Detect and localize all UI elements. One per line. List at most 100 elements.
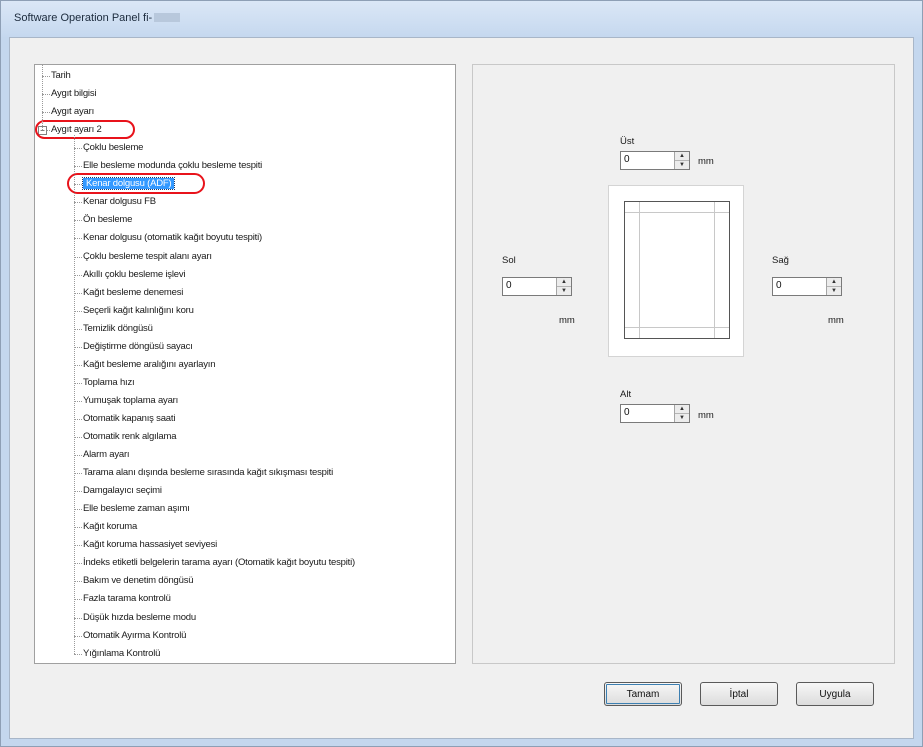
- tree-subitem[interactable]: Temizlik döngüsü: [83, 320, 153, 338]
- spin-down-icon[interactable]: ▼: [675, 414, 689, 422]
- tree-subitem[interactable]: Akıllı çoklu besleme işlevi: [83, 266, 186, 284]
- settings-tree[interactable]: Tarih Aygıt bilgisi Aygıt ayarı − Aygıt ayar…: [34, 64, 456, 664]
- tree-item-label: Tarih: [51, 70, 71, 81]
- right-margin-value[interactable]: 0: [776, 280, 782, 291]
- window-title-text: Software Operation Panel fi-: [14, 12, 153, 24]
- tree-subitem[interactable]: Yığınlama Kontrolü: [83, 645, 160, 663]
- window-title: Software Operation Panel fi-: [14, 12, 181, 24]
- tree-item[interactable]: Aygıt ayarı: [51, 103, 94, 121]
- tree-item-label: Otomatik Ayırma Kontrolü: [83, 629, 187, 641]
- tree-subitem[interactable]: Seçerli kağıt kalınlığını koru: [83, 302, 194, 320]
- tree-item-label: Aygıt bilgisi: [51, 88, 97, 100]
- tree-item[interactable]: Aygıt ayarı 2: [51, 121, 102, 139]
- tree-item-label: Kağıt besleme denemesi: [83, 286, 184, 298]
- tree-item-label: Alarm ayarı: [83, 449, 130, 461]
- tree-item[interactable]: Tarih: [51, 67, 71, 85]
- page-preview-icon: [624, 201, 730, 339]
- tree-connector: [74, 148, 82, 149]
- tree-subitem[interactable]: Çoklu besleme: [83, 139, 143, 157]
- bottom-margin-spin-buttons[interactable]: ▲ ▼: [674, 405, 689, 422]
- right-margin-unit: mm: [828, 315, 844, 326]
- left-margin-label: Sol: [502, 255, 516, 266]
- tree-item-label: Akıllı çoklu besleme işlevi: [83, 268, 186, 280]
- tree-item-label: Elle besleme zaman aşımı: [83, 503, 190, 515]
- margin-settings-panel: Üst 0 ▲ ▼ mm Sol 0 ▲ ▼ mm Sağ 0 ▲ ▼ mm A…: [472, 64, 895, 664]
- tree-subitem[interactable]: Değiştirme döngüsü sayacı: [83, 338, 193, 356]
- top-margin-label: Üst: [620, 136, 635, 147]
- tree-subitem[interactable]: Düşük hızda besleme modu: [83, 609, 196, 627]
- tree-item-label: Aygıt ayarı: [51, 106, 95, 118]
- tree-item-label: İndeks etiketli belgelerin tarama ayarı …: [83, 557, 355, 569]
- tree-subitem[interactable]: Kenar dolgusu FB: [83, 193, 156, 211]
- tree-subitem[interactable]: Bakım ve denetim döngüsü: [83, 572, 194, 590]
- tree-subitem[interactable]: Kağıt koruma: [83, 518, 137, 536]
- cancel-button[interactable]: İptal: [700, 682, 778, 706]
- top-margin-value[interactable]: 0: [624, 154, 630, 165]
- tree-connector: [74, 257, 82, 258]
- tree-item-label: Kağıt besleme aralığını ayarlayın: [83, 358, 216, 370]
- tree-subitem[interactable]: Kağıt koruma hassasiyet seviyesi: [83, 536, 217, 554]
- tree-subitem[interactable]: Ön besleme: [83, 211, 132, 229]
- spin-down-icon[interactable]: ▼: [675, 161, 689, 169]
- tree-connector: [74, 135, 75, 654]
- tree-connector: [74, 437, 82, 438]
- tree-subitem[interactable]: Fazla tarama kontrolü: [83, 590, 171, 608]
- top-margin-spinner[interactable]: 0 ▲ ▼: [620, 151, 690, 170]
- tree-connector: [74, 365, 82, 366]
- left-margin-guide: [639, 202, 640, 338]
- spin-down-icon[interactable]: ▼: [827, 287, 841, 295]
- tree-connector: [74, 618, 82, 619]
- tree-subitem[interactable]: Tarama alanı dışında besleme sırasında k…: [83, 464, 333, 482]
- spin-up-icon[interactable]: ▲: [675, 152, 689, 161]
- tree-item-label: Bakım ve denetim döngüsü: [83, 575, 194, 587]
- left-margin-spin-buttons[interactable]: ▲ ▼: [556, 278, 571, 295]
- tree-item-label: Kenar dolgusu (otomatik kağıt boyutu tes…: [83, 232, 262, 244]
- spin-up-icon[interactable]: ▲: [675, 405, 689, 414]
- tree-subitem[interactable]: Kağıt besleme denemesi: [83, 284, 183, 302]
- title-bar[interactable]: Software Operation Panel fi-: [1, 1, 922, 37]
- tree-subitem[interactable]: Yumuşak toplama ayarı: [83, 392, 178, 410]
- tree-subitem[interactable]: Kağıt besleme aralığını ayarlayın: [83, 356, 215, 374]
- tree-item-label: Çoklu besleme tespit alanı ayarı: [83, 250, 212, 262]
- tree-item-label: Ön besleme: [83, 214, 133, 226]
- tree-connector: [74, 329, 82, 330]
- tree-subitem[interactable]: Çoklu besleme tespit alanı ayarı: [83, 248, 212, 266]
- tree-subitem[interactable]: Otomatik Ayırma Kontrolü: [83, 627, 186, 645]
- right-margin-label: Sağ: [772, 255, 789, 266]
- apply-button[interactable]: Uygula: [796, 682, 874, 706]
- tree-subitem[interactable]: Kenar dolgusu (ADF): [81, 175, 176, 193]
- tree-subitem[interactable]: Damgalayıcı seçimi: [83, 482, 162, 500]
- tree-item-label: Yumuşak toplama ayarı: [83, 394, 179, 406]
- tree-connector: [74, 636, 82, 637]
- tree-item-label: Düşük hızda besleme modu: [83, 611, 196, 623]
- bottom-margin-value[interactable]: 0: [624, 407, 630, 418]
- top-margin-spin-buttons[interactable]: ▲ ▼: [674, 152, 689, 169]
- tree-connector: [74, 202, 82, 203]
- ok-button[interactable]: Tamam: [604, 682, 682, 706]
- tree-subitem[interactable]: İndeks etiketli belgelerin tarama ayarı …: [83, 554, 355, 572]
- bottom-margin-spinner[interactable]: 0 ▲ ▼: [620, 404, 690, 423]
- tree-subitem[interactable]: Toplama hızı: [83, 374, 135, 392]
- left-margin-spinner[interactable]: 0 ▲ ▼: [502, 277, 572, 296]
- tree-subitem[interactable]: Elle besleme zaman aşımı: [83, 500, 190, 518]
- tree-connector: [74, 347, 82, 348]
- tree-subitem[interactable]: Otomatik renk algılama: [83, 428, 176, 446]
- left-margin-value[interactable]: 0: [506, 280, 512, 291]
- tree-connector: [74, 527, 82, 528]
- spin-up-icon[interactable]: ▲: [827, 278, 841, 287]
- tree-subitem[interactable]: Alarm ayarı: [83, 446, 130, 464]
- spin-down-icon[interactable]: ▼: [557, 287, 571, 295]
- right-margin-spinner[interactable]: 0 ▲ ▼: [772, 277, 842, 296]
- tree-connector: [42, 112, 50, 113]
- tree-item[interactable]: Aygıt bilgisi: [51, 85, 96, 103]
- spin-up-icon[interactable]: ▲: [557, 278, 571, 287]
- right-margin-spin-buttons[interactable]: ▲ ▼: [826, 278, 841, 295]
- tree-connector: [74, 455, 82, 456]
- tree-item-label: Çoklu besleme: [83, 142, 144, 154]
- dialog-window: Software Operation Panel fi- Tarih Aygıt …: [0, 0, 923, 747]
- tree-item-label: Kağıt koruma hassasiyet seviyesi: [83, 539, 218, 551]
- tree-subitem[interactable]: Elle besleme modunda çoklu besleme tespi…: [83, 157, 262, 175]
- tree-subitem[interactable]: Otomatik kapanış saati: [83, 410, 175, 428]
- tree-subitem[interactable]: Kenar dolgusu (otomatik kağıt boyutu tes…: [83, 229, 262, 247]
- redacted-model-name: [154, 13, 181, 22]
